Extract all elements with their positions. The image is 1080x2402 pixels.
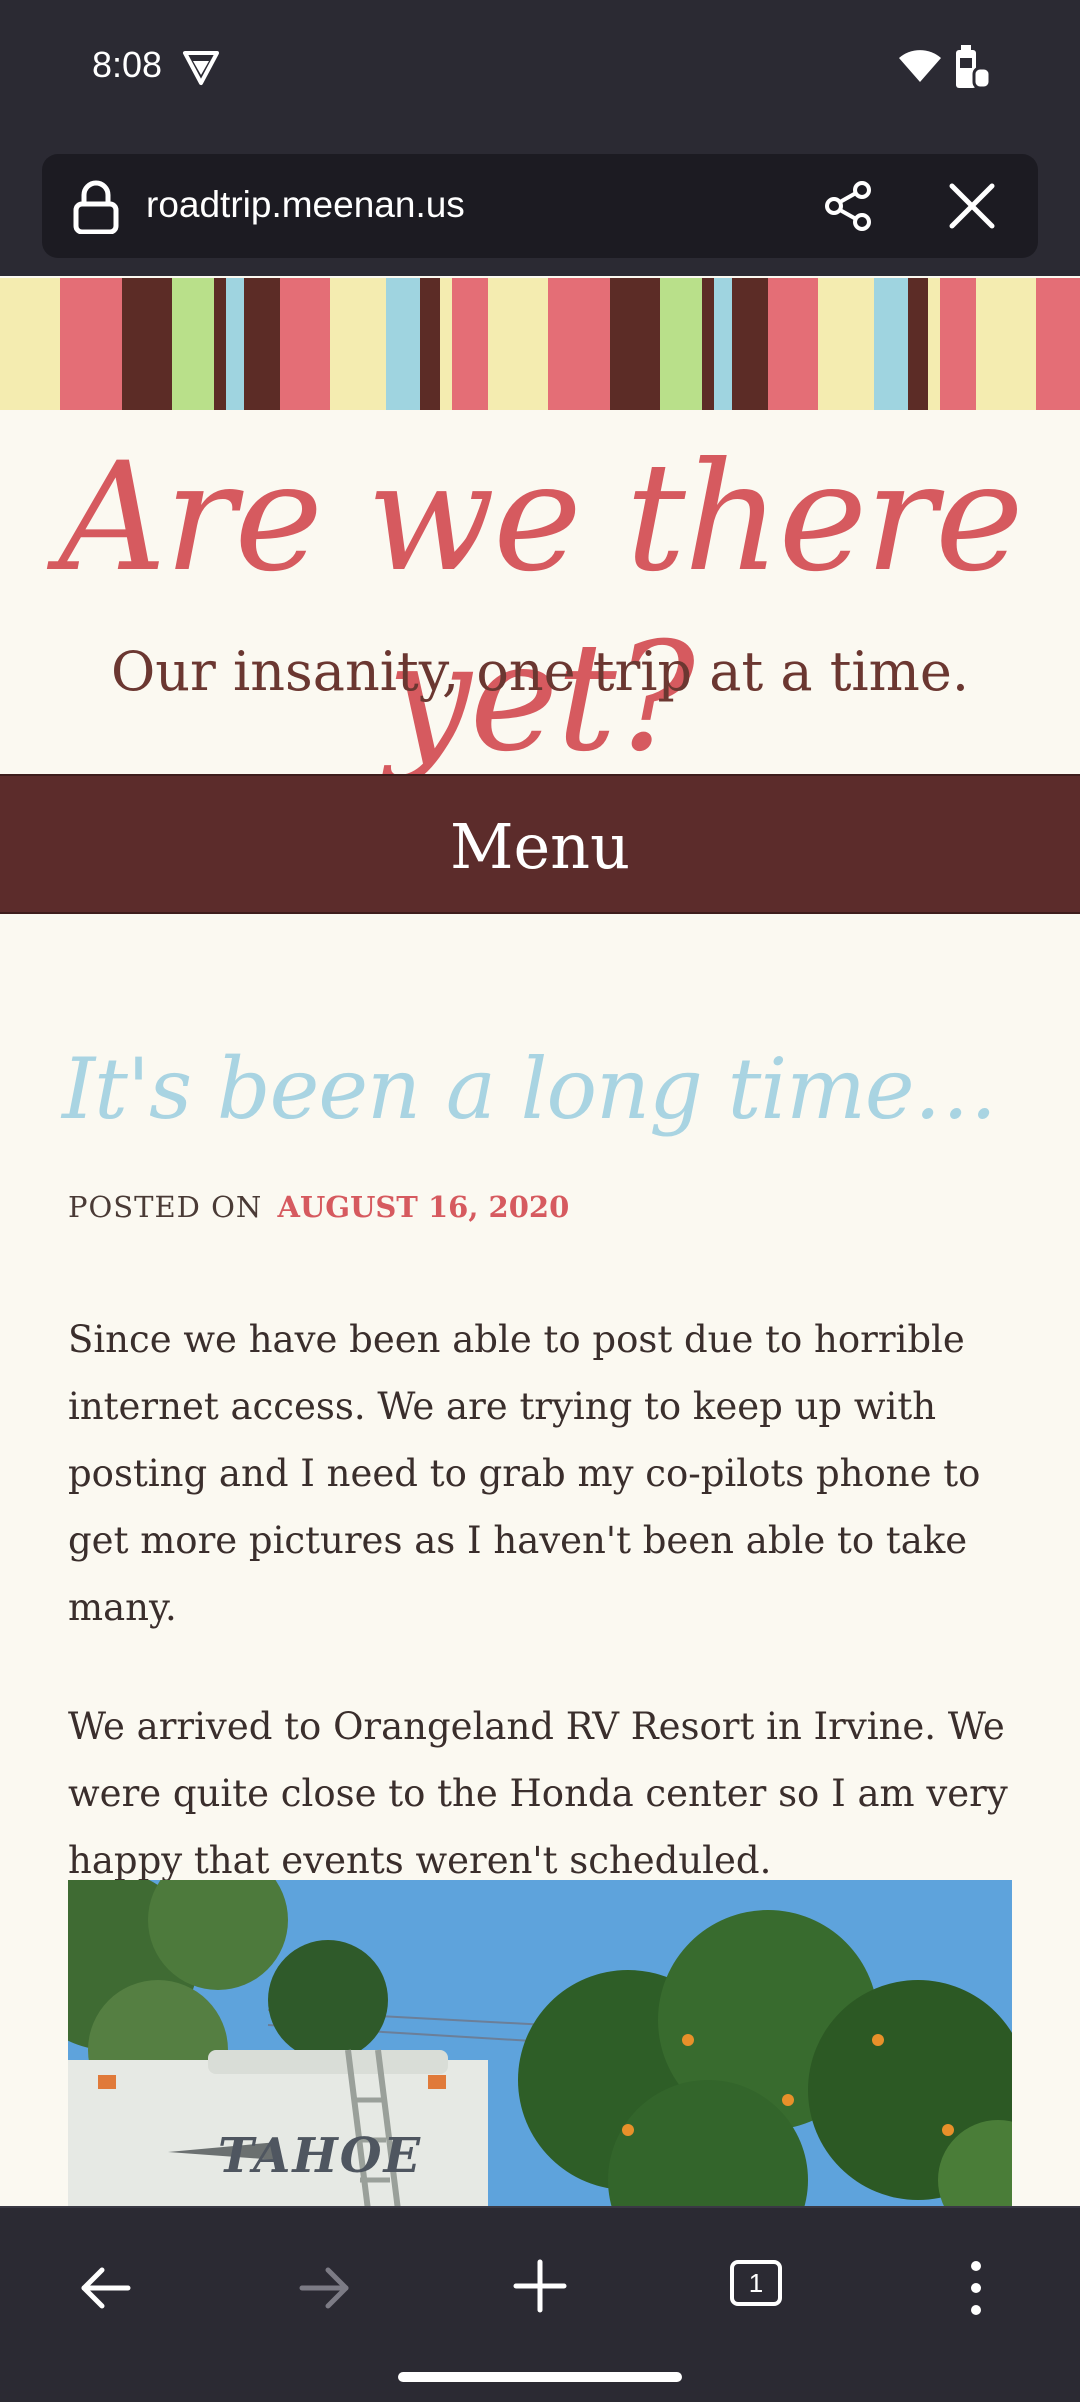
menu-dots-icon[interactable] <box>958 2258 994 2318</box>
site-tagline: Our insanity, one trip at a time. <box>110 640 970 703</box>
tabs-button[interactable]: 1 <box>730 2260 782 2306</box>
lock-icon[interactable] <box>72 180 120 234</box>
back-icon[interactable] <box>78 2260 134 2316</box>
post-paragraph: Since we have been able to post due to h… <box>68 1318 981 1629</box>
url-text[interactable]: roadtrip.meenan.us <box>146 184 465 226</box>
home-indicator[interactable] <box>398 2372 682 2382</box>
wifi-icon <box>899 50 941 82</box>
forward-icon[interactable] <box>296 2260 352 2316</box>
browser-toolbar: roadtrip.meenan.us <box>0 140 1080 276</box>
rv-brand-text: TAHOE <box>218 2128 423 2184</box>
post-image[interactable]: TAHOE <box>68 1880 1012 2210</box>
status-time: 8:08 <box>92 44 163 85</box>
menu-button[interactable]: Menu <box>0 774 1080 914</box>
posted-on-label: POSTED ON <box>68 1190 263 1224</box>
close-icon[interactable] <box>948 182 996 230</box>
header-banner <box>0 278 1080 410</box>
site-title[interactable]: Are we there yet? <box>0 428 1080 788</box>
share-icon[interactable] <box>822 180 874 232</box>
rv-photo <box>68 1880 1012 2210</box>
url-bar[interactable]: roadtrip.meenan.us <box>42 154 1038 258</box>
bottom-toolbar: 1 <box>0 2206 1080 2402</box>
post-paragraph: We arrived to Orangeland RV Resort in Ir… <box>68 1705 1008 1882</box>
post-body: Since we have been able to post due to h… <box>68 1306 1028 1946</box>
battery-icon <box>956 45 992 90</box>
post-title[interactable]: It's been a long time… <box>62 1040 998 1138</box>
post-date-link[interactable]: AUGUST 16, 2020 <box>278 1190 570 1224</box>
vpn-icon <box>183 51 219 85</box>
post-meta: POSTED ON AUGUST 16, 2020 <box>68 1190 569 1224</box>
menu-label[interactable]: Menu <box>0 810 1080 883</box>
status-bar: 8:08 <box>0 0 1080 140</box>
new-tab-icon[interactable] <box>512 2258 568 2314</box>
